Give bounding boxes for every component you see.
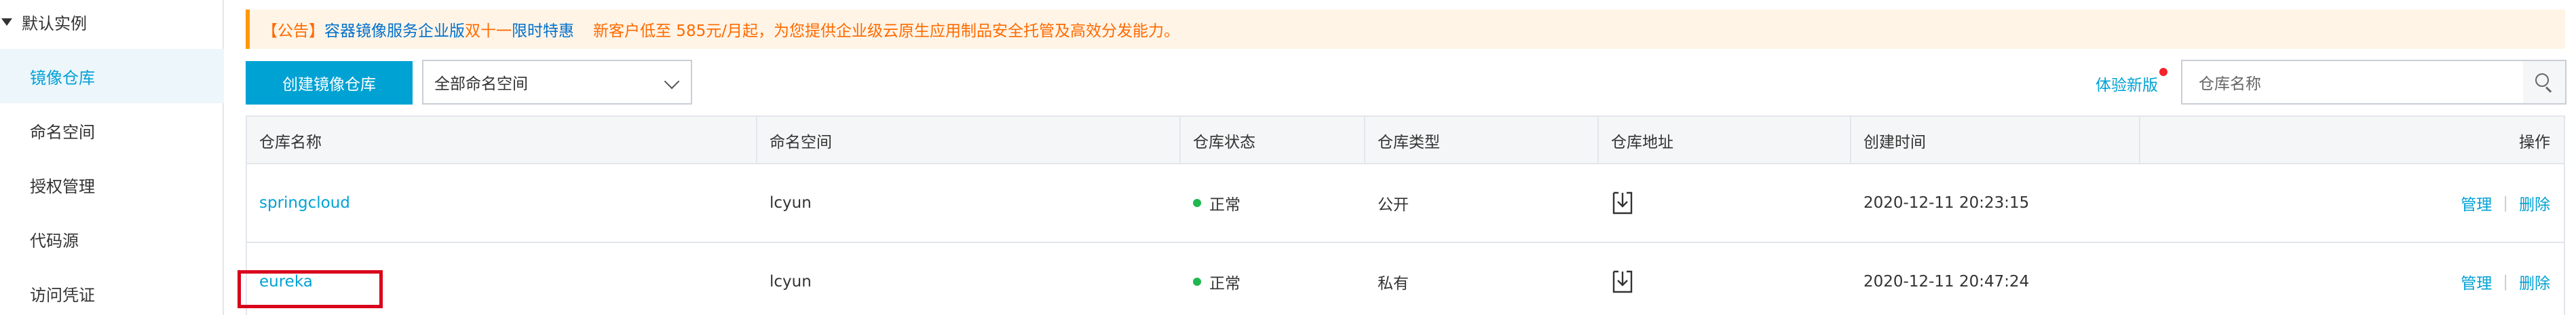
namespace-select[interactable]: 全部命名空间 bbox=[422, 60, 692, 105]
manage-link[interactable]: 管理 bbox=[2461, 270, 2492, 293]
sidebar-item-code-source[interactable]: 代码源 bbox=[0, 212, 224, 266]
col-repo-name: 仓库名称 bbox=[247, 117, 757, 164]
repository-table: 仓库名称 命名空间 仓库状态 仓库类型 仓库地址 创建时间 操作 springc… bbox=[246, 115, 2565, 315]
create-repository-button[interactable]: 创建镜像仓库 bbox=[246, 61, 413, 105]
status-dot-icon bbox=[1193, 199, 1201, 207]
row-namespace: lcyun bbox=[770, 273, 812, 291]
sidebar-item-access-credentials[interactable]: 访问凭证 bbox=[0, 266, 224, 315]
row-actions: 管理 | 删除 bbox=[2461, 164, 2550, 242]
download-address-icon[interactable] bbox=[1611, 190, 1634, 216]
col-namespace: 命名空间 bbox=[757, 117, 1181, 164]
col-actions: 操作 bbox=[2519, 134, 2550, 151]
table-row: springcloud lcyun 正常 公开 2020-12-11 20:23… bbox=[247, 164, 2564, 243]
row-created: 2020-12-11 20:23:15 bbox=[1863, 194, 2030, 212]
chevron-down-icon bbox=[664, 73, 680, 90]
col-created: 创建时间 bbox=[1851, 117, 2140, 164]
download-address-icon[interactable] bbox=[1611, 269, 1634, 295]
sidebar-item-authorization[interactable]: 授权管理 bbox=[0, 158, 224, 212]
repo-name-link[interactable]: springcloud bbox=[247, 164, 350, 242]
table-header: 仓库名称 命名空间 仓库状态 仓库类型 仓库地址 创建时间 操作 bbox=[247, 115, 2564, 164]
row-status: 正常 bbox=[1181, 164, 1240, 242]
sidebar-item-repositories[interactable]: 镜像仓库 bbox=[0, 49, 224, 103]
search-button[interactable] bbox=[2523, 60, 2566, 105]
delete-link[interactable]: 删除 bbox=[2519, 270, 2550, 293]
table-row: eureka lcyun 正常 私有 2020-12-11 20:47:24 管… bbox=[247, 243, 2564, 315]
search-placeholder: 仓库名称 bbox=[2199, 75, 2261, 93]
row-type: 私有 bbox=[1378, 275, 1409, 293]
status-dot-icon bbox=[1193, 278, 1201, 286]
row-created: 2020-12-11 20:47:24 bbox=[1863, 273, 2030, 291]
caret-down-icon bbox=[1, 18, 12, 26]
col-address: 仓库地址 bbox=[1599, 117, 1851, 164]
instance-group-label: 默认实例 bbox=[22, 14, 87, 33]
row-address[interactable] bbox=[1599, 164, 1634, 242]
instance-group-header[interactable]: 默认实例 bbox=[0, 5, 224, 38]
col-status: 仓库状态 bbox=[1181, 117, 1365, 164]
announcement-highlight[interactable]: 限时特惠 bbox=[512, 18, 574, 41]
announcement-tag: 【公告】 bbox=[262, 22, 324, 40]
row-address[interactable] bbox=[1599, 243, 1634, 315]
row-type: 公开 bbox=[1378, 196, 1409, 214]
sidebar-item-namespaces[interactable]: 命名空间 bbox=[0, 103, 224, 158]
action-separator: | bbox=[2503, 273, 2508, 291]
new-badge-dot bbox=[2159, 68, 2167, 76]
search-input[interactable]: 仓库名称 bbox=[2181, 60, 2524, 105]
announcement-banner: 【公告】 容器镜像服务企业版 双十一 限时特惠 新客户低至 585元/月起，为您… bbox=[246, 10, 2565, 49]
row-status: 正常 bbox=[1181, 243, 1240, 315]
sidebar: 默认实例 镜像仓库 命名空间 授权管理 代码源 访问凭证 bbox=[0, 0, 224, 315]
namespace-select-value: 全部命名空间 bbox=[434, 75, 528, 93]
manage-link[interactable]: 管理 bbox=[2461, 191, 2492, 215]
annotation-highlight-box bbox=[238, 270, 383, 308]
try-new-version-link[interactable]: 体验新版 bbox=[2096, 72, 2158, 95]
delete-link[interactable]: 删除 bbox=[2519, 191, 2550, 215]
action-separator: | bbox=[2503, 194, 2508, 212]
announcement-body: 新客户低至 585元/月起，为您提供企业级云原生应用制品安全托管及高效分发能力。 bbox=[593, 22, 1179, 40]
col-type: 仓库类型 bbox=[1365, 117, 1599, 164]
announcement-product-link[interactable]: 容器镜像服务企业版 bbox=[324, 18, 465, 41]
announcement-promo: 双十一 bbox=[465, 22, 512, 40]
row-namespace: lcyun bbox=[770, 194, 812, 212]
search-icon bbox=[2535, 73, 2553, 93]
row-actions: 管理 | 删除 bbox=[2461, 243, 2550, 315]
